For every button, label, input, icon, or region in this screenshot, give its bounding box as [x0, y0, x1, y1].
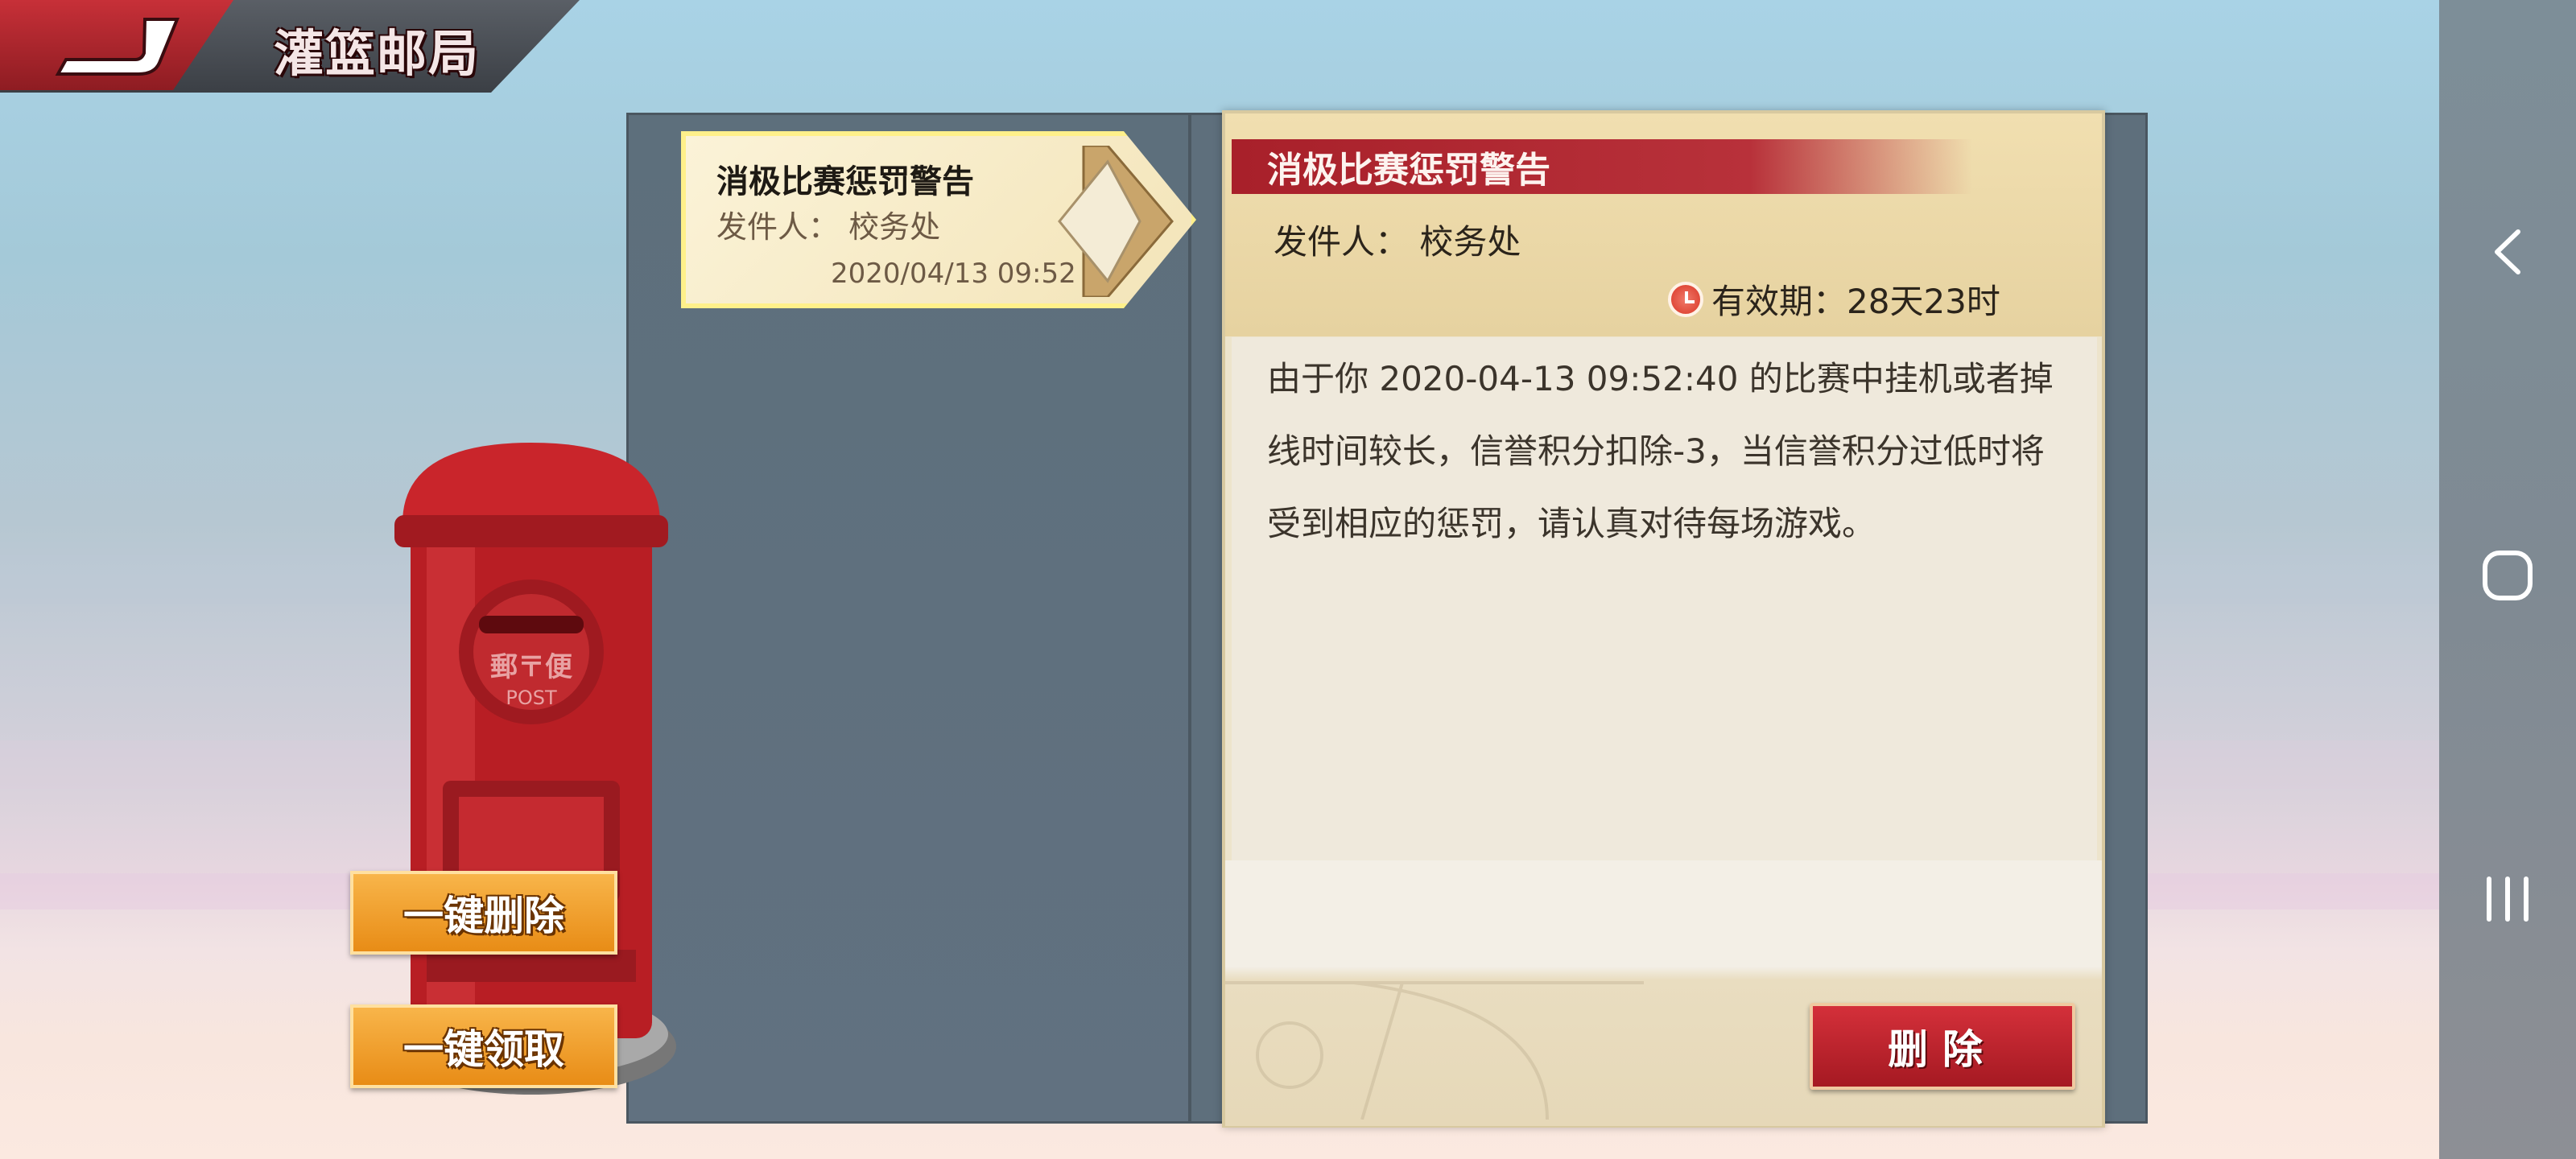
mail-item-sender: 发件人： 校务处	[716, 209, 941, 245]
expiry-text: 有效期：28天23时	[1711, 282, 2000, 321]
detail-message: 由于你 2020-04-13 09:52:40 的比赛中挂机或者掉线时间较长，信…	[1267, 359, 2054, 543]
delete-all-button[interactable]: 一键删除	[350, 871, 617, 955]
mail-item-title: 消极比赛惩罚警告	[716, 163, 974, 200]
mail-list-item[interactable]: 消极比赛惩罚警告 发件人： 校务处 2020/04/13 09:52	[681, 131, 1196, 308]
mail-detail: 消极比赛惩罚警告 发件人： 校务处 有效期：28天23时 由于你 2020-04…	[1222, 110, 2105, 1128]
detail-header: 消极比赛惩罚警告 发件人： 校务处 有效期：28天23时	[1225, 113, 2102, 336]
back-button[interactable]	[0, 0, 233, 90]
clock-icon	[1668, 281, 1703, 317]
system-nav-bar	[2439, 0, 2576, 1159]
back-arrow-icon	[55, 18, 180, 76]
postbox-label-bottom: POST	[506, 687, 557, 709]
delete-button[interactable]: 删除	[1810, 1003, 2075, 1090]
mail-item-date: 2020/04/13 09:52	[831, 258, 1076, 290]
claim-all-button[interactable]: 一键领取	[350, 1004, 617, 1088]
top-header: 灌篮邮局	[0, 0, 580, 93]
expiry-row: 有效期：28天23时	[1668, 274, 2000, 324]
home-icon[interactable]	[2471, 539, 2544, 612]
postbox-label-top: 郵〒便	[490, 651, 573, 683]
page-title: 灌篮邮局	[274, 24, 481, 83]
detail-sender: 发件人： 校务处	[1274, 222, 1521, 262]
envelope-icon	[1058, 146, 1174, 297]
chevron-left-icon[interactable]	[2471, 216, 2544, 288]
detail-title: 消极比赛惩罚警告	[1267, 150, 1550, 191]
recent-apps-icon[interactable]	[2471, 863, 2544, 935]
court-lines-decoration	[1225, 981, 1644, 1120]
